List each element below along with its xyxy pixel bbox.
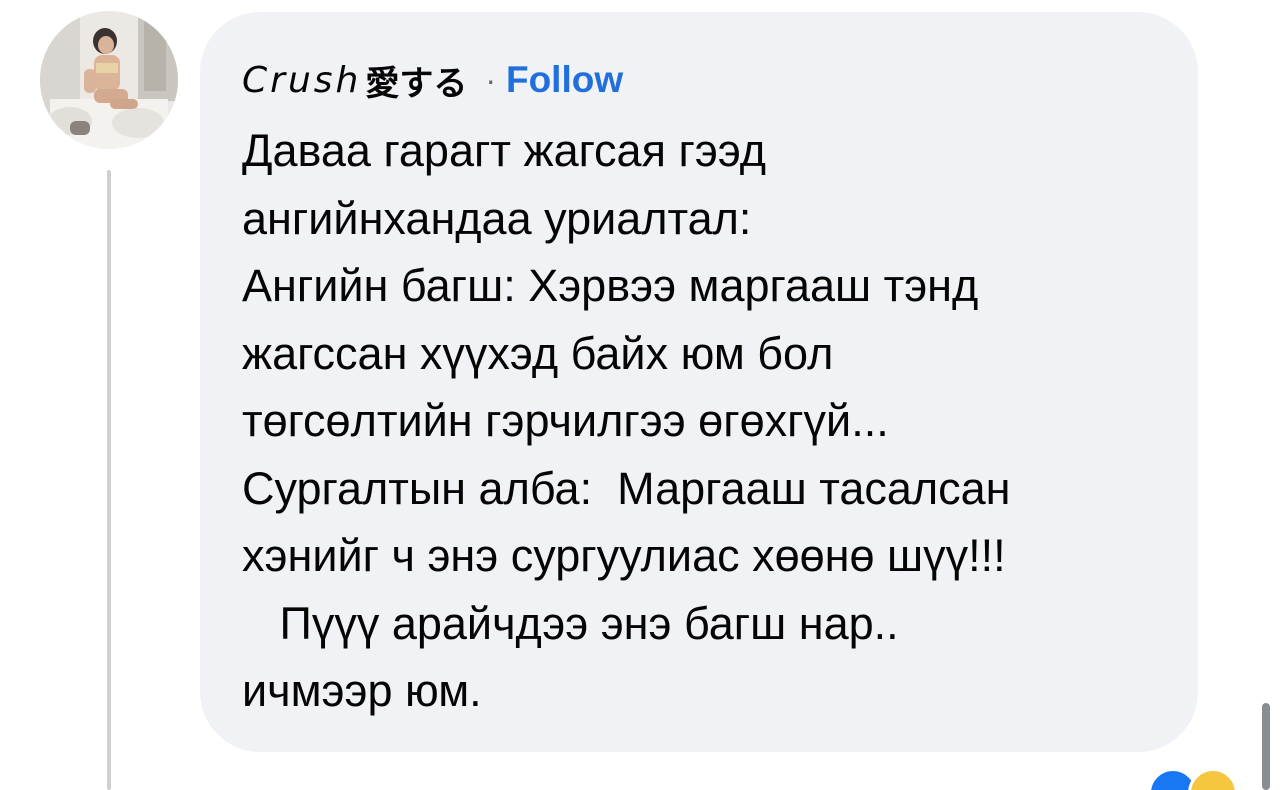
comment-line: төгсөлтийн гэрчилгээ өгөхгүй... — [242, 395, 889, 446]
comment-text: Даваа гарагт жагсая гээд ангийнхандаа ур… — [242, 117, 1182, 725]
comment-view: Crush 愛する · Follow Даваа гарагт жагсая г… — [0, 0, 1284, 790]
comment-line: ангийнхандаа уриалтал: — [242, 192, 752, 244]
avatar[interactable] — [40, 11, 178, 149]
author-name-suffix[interactable]: 愛する — [365, 56, 467, 105]
comment-header: Crush 愛する · Follow — [242, 52, 623, 108]
comment-line: Даваа гарагт жагсая гээд — [242, 125, 767, 176]
comment-line: хэнийг ч энэ сургуулиас хөөнө шүү!!! — [242, 530, 1006, 581]
comment-line: Сургалтын алба: Маргааш тасалсан — [242, 462, 1011, 514]
haha-reaction-icon[interactable] — [1188, 768, 1238, 790]
thread-line — [107, 170, 111, 790]
separator-dot: · — [485, 61, 496, 98]
comment-line: Ангийн багш: Хэрвээ маргааш тэнд — [242, 260, 979, 311]
comment-line: жагссан хүүхэд байх юм бол — [242, 327, 834, 379]
follow-button[interactable]: Follow — [506, 59, 623, 101]
scrollbar[interactable] — [1262, 703, 1270, 790]
avatar-photo — [40, 11, 178, 149]
comment-line: Пүүү арайчдээ энэ багш нар.. — [242, 597, 899, 649]
comment-line: ичмээр юм. — [242, 665, 482, 716]
author-name[interactable]: Crush — [242, 60, 361, 101]
